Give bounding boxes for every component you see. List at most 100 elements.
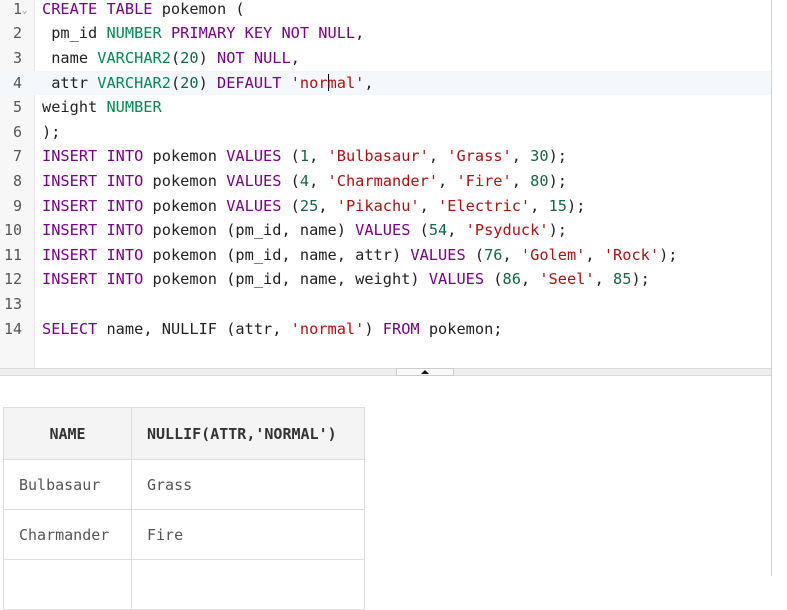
code-token: INSERT INTO [42,196,144,215]
results-table: NAME NULLIF(ATTR,'NORMAL') Bulbasaur Gra… [3,407,365,610]
code-line[interactable]: 13 [0,292,771,317]
code-line[interactable]: 3 name VARCHAR2(20) NOT NULL, [0,46,771,71]
vertical-scrollbar[interactable] [771,0,772,576]
code-token: weight [42,98,107,117]
code-token: VALUES [226,196,282,215]
code-token: 'Bulbasaur' [327,147,429,166]
code-token: 76 [484,245,503,264]
cell-nullif: Fire [131,509,365,560]
code-text: INSERT INTO pokemon (pm_id, name, attr) … [42,243,678,268]
line-number: 1 [12,0,22,18]
fold-chevron-icon[interactable]: ⌄ [22,0,27,23]
code-token: , [511,171,531,190]
code-text: CREATE TABLE pokemon ( [42,0,245,21]
code-token: VALUES [410,245,466,264]
code-token: 'normal' [290,319,365,338]
cell-nullif: Grass [131,459,365,510]
code-token: DEFAULT [217,73,282,92]
code-token: ( [281,196,300,215]
code-token: 86 [502,270,521,289]
cell-name: Charmander [3,509,132,560]
code-token: pm_id [42,24,107,43]
code-line[interactable]: 7 INSERT INTO pokemon VALUES (1, 'Bulbasa… [0,144,771,169]
code-token: , [447,221,466,240]
code-line[interactable]: 9 INSERT INTO pokemon VALUES (25, 'Pikach… [0,194,771,219]
code-token: , [520,270,540,289]
code-token: pokemon [143,171,227,190]
table-row: Charmander Fire [3,509,365,560]
code-text: INSERT INTO pokemon (pm_id, name) VALUES… [42,218,567,243]
code-token: pokemon (pm_id, name, weight) [143,270,429,289]
sql-editor[interactable]: 1 ⌄ CREATE TABLE pokemon (2 pm_id NUMBER P… [0,0,771,368]
code-token: 30 [530,147,549,166]
code-token: 'Golem' [520,245,586,264]
code-token: , [318,196,337,215]
code-token: VARCHAR2 [97,48,171,67]
code-token: PRIMARY KEY NOT NULL [170,24,356,43]
code-token: , [585,245,604,264]
code-token: ); [42,122,61,141]
code-token: INSERT INTO [42,270,144,289]
code-token: CREATE TABLE [42,0,153,18]
code-token: pokemon [143,196,227,215]
table-row: Bulbasaur Grass [3,459,365,510]
line-number: 6 [12,122,22,141]
code-token: pokemon ( [152,0,245,18]
code-token: 20 [180,48,199,67]
code-token: ); [567,196,586,215]
code-token: ); [548,171,567,190]
code-token: INSERT INTO [42,171,144,190]
line-number: 5 [12,98,22,117]
code-line[interactable]: 1 ⌄ CREATE TABLE pokemon ( [0,0,771,21]
code-token: 20 [180,73,199,92]
code-token: ) [198,73,218,92]
code-line[interactable]: 8 INSERT INTO pokemon VALUES (4, 'Charman… [0,169,771,194]
code-token: NOT NULL [217,48,291,67]
line-number: 8 [12,171,22,190]
code-line[interactable]: 6); [0,120,771,145]
column-header-name: NAME [3,407,132,460]
code-token: pokemon [143,147,227,166]
code-token: 'Seel' [539,270,595,289]
line-number: 10 [3,221,22,240]
code-line[interactable]: 14 SELECT name, NULLIF (attr, 'normal') F… [0,317,771,342]
pane-splitter[interactable] [0,368,771,376]
code-token: 25 [299,196,319,215]
code-token: INSERT INTO [42,245,144,264]
line-number: 4 [12,73,22,92]
code-text: ); [42,120,60,145]
code-token: , [355,24,365,43]
code-token: , [309,171,328,190]
code-token: VALUES [355,221,411,240]
code-line[interactable]: 12 INSERT INTO pokemon (pm_id, name, weig… [0,267,771,292]
line-number: 14 [3,319,22,338]
code-token: NUMBER [106,24,162,43]
chevron-up-icon [421,370,429,374]
code-token: 'Electric' [438,196,531,215]
line-number: 13 [3,294,22,313]
code-token: 'Grass' [447,147,512,166]
code-token: attr [42,73,98,92]
code-token: 80 [530,171,549,190]
code-text: INSERT INTO pokemon VALUES (4, 'Charmand… [42,169,567,194]
code-line[interactable]: 4 attr VARCHAR2(20) DEFAULT 'normal', [0,70,771,96]
code-text: INSERT INTO pokemon VALUES (25, 'Pikachu… [42,194,585,219]
line-number: 3 [12,48,22,67]
code-token: 54 [428,221,448,240]
code-line[interactable]: 10 INSERT INTO pokemon (pm_id, name) VALU… [0,218,771,243]
code-token: ) [198,48,218,67]
code-token: , [530,196,549,215]
code-token: , [502,245,521,264]
collapse-results-button[interactable] [396,368,454,376]
code-token: 'nor [290,73,328,92]
code-token: 85 [613,270,632,289]
code-token: INSERT INTO [42,221,144,240]
code-token: VALUES [226,147,282,166]
code-token: 4 [299,171,310,190]
code-token: ); [631,270,650,289]
table-header-row: NAME NULLIF(ATTR,'NORMAL') [3,407,365,460]
code-line[interactable]: 2 pm_id NUMBER PRIMARY KEY NOT NULL, [0,21,771,46]
code-token: ( [170,48,181,67]
code-line[interactable]: 11 INSERT INTO pokemon (pm_id, name, attr… [0,243,771,268]
code-line[interactable]: 5 weight NUMBER [0,95,771,120]
